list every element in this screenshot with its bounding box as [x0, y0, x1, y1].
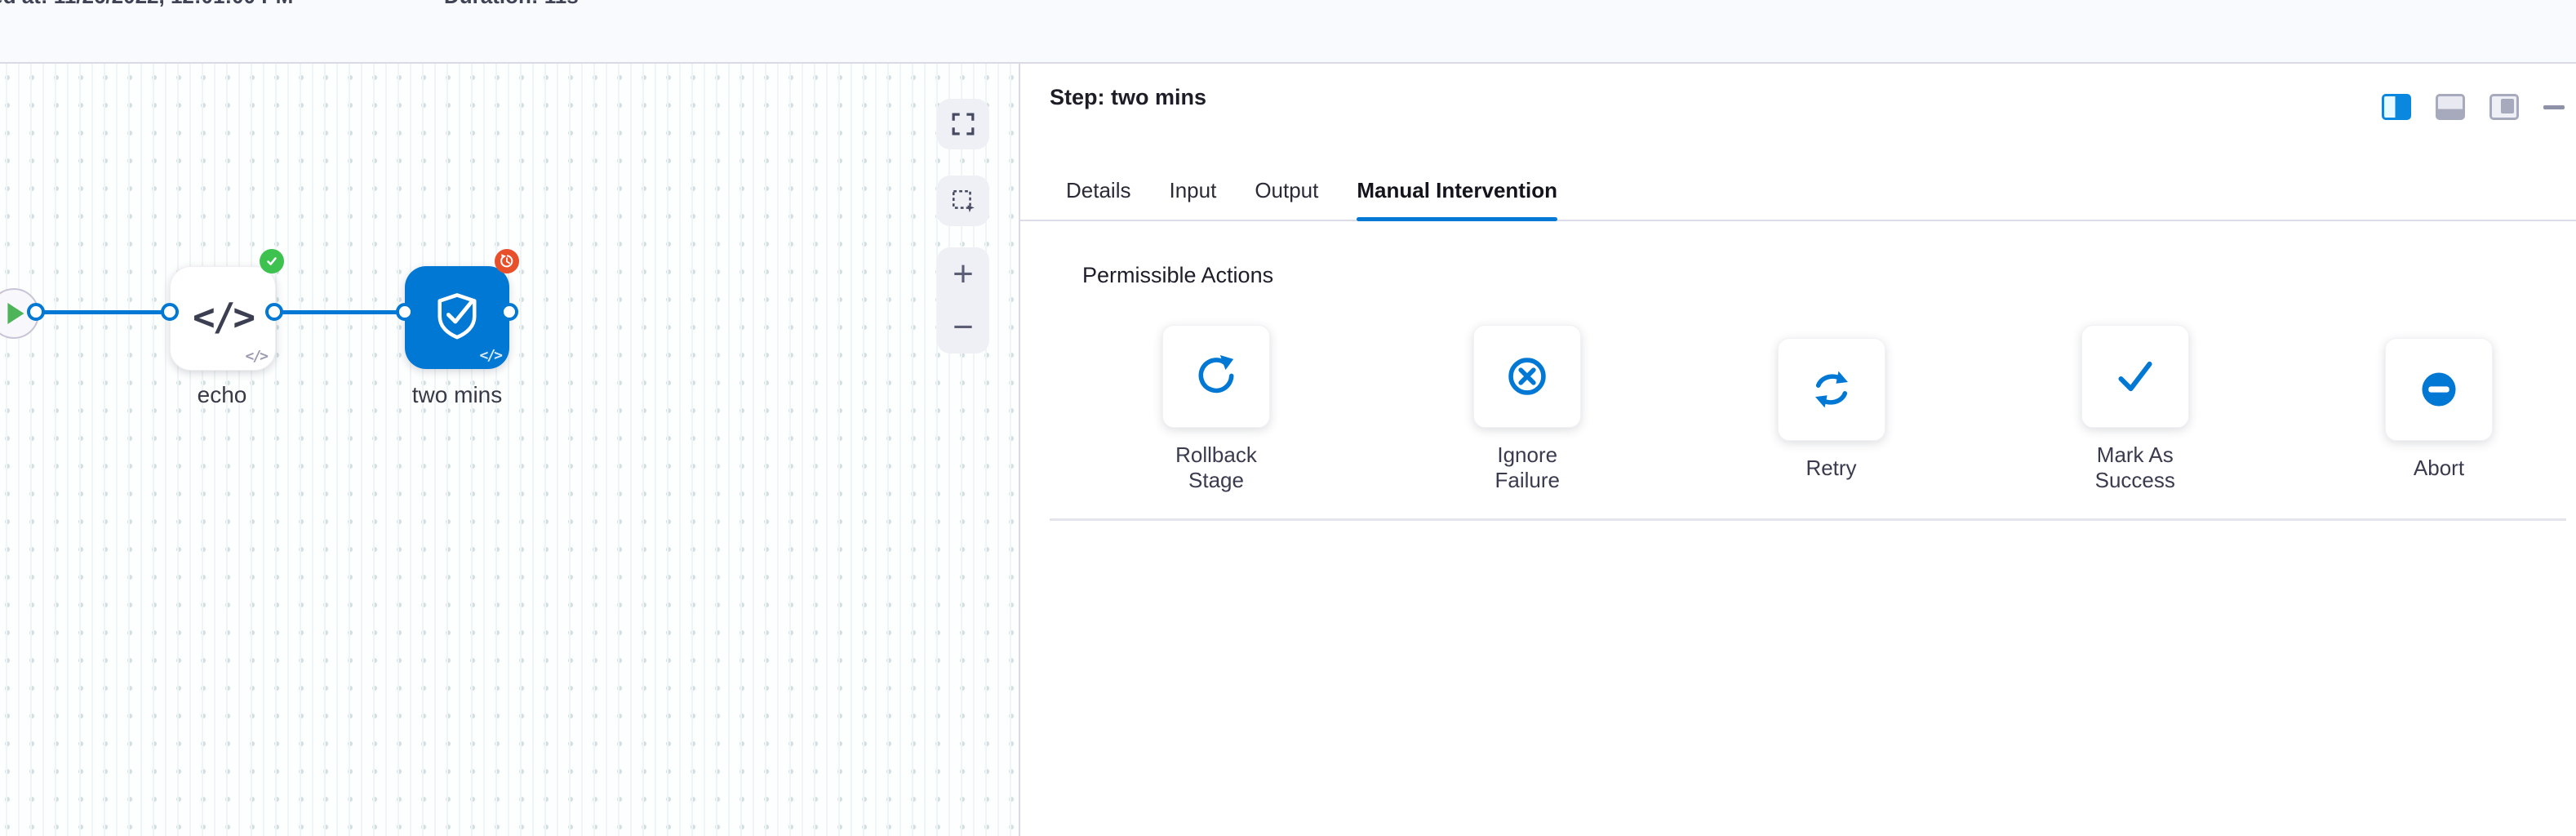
panel-title: Step: two mins — [1050, 85, 1206, 110]
action-label: Rollback Stage — [1155, 442, 1277, 493]
mark-success-check-icon — [2112, 353, 2159, 400]
connector-line — [36, 310, 171, 314]
action-label: Abort — [2414, 456, 2464, 481]
node-card-echo[interactable]: </> </> — [170, 266, 276, 371]
retry-button[interactable] — [1778, 338, 1885, 441]
action-label: Ignore Failure — [1466, 442, 1588, 493]
connector-dot — [161, 303, 179, 321]
connector-line — [273, 310, 406, 314]
rollback-icon — [1193, 353, 1240, 400]
expand-icon — [952, 113, 975, 136]
duration-text: Duration: 11s — [444, 0, 579, 9]
permissible-actions-row: Rollback Stage Ignore Failure — [1155, 325, 2493, 493]
action-label: Retry — [1805, 456, 1856, 481]
pipeline-canvas[interactable]: </> </> echo </> two mi — [0, 64, 1019, 836]
action-ignore-failure: Ignore Failure — [1466, 325, 1588, 493]
abort-button[interactable] — [2385, 338, 2493, 441]
marquee-select-button[interactable] — [937, 176, 989, 226]
code-icon: </> — [193, 295, 253, 339]
zoom-in-button[interactable]: + — [937, 247, 989, 300]
marquee-icon — [950, 188, 976, 214]
section-divider — [1050, 518, 2566, 521]
minimize-button[interactable] — [2543, 105, 2565, 109]
tab-details[interactable]: Details — [1066, 163, 1130, 220]
connector-dot — [500, 303, 518, 321]
step-panel: Step: two mins Details Input Output Manu… — [1019, 64, 2576, 836]
connector-dot — [265, 303, 283, 321]
node-card-two-mins[interactable]: </> — [405, 266, 509, 369]
node-status-badge-success — [260, 249, 284, 273]
action-abort: Abort — [2385, 338, 2493, 481]
node-label: echo — [132, 382, 312, 408]
action-label: Mark As Success — [2074, 442, 2196, 493]
tab-manual-intervention[interactable]: Manual Intervention — [1357, 163, 1557, 220]
mini-code-icon: </> — [245, 348, 267, 365]
panel-layout-controls — [2382, 93, 2565, 121]
play-icon — [7, 303, 24, 324]
shield-check-icon — [429, 289, 485, 345]
mini-code-icon: </> — [479, 347, 501, 364]
retry-icon — [1808, 366, 1855, 413]
fullscreen-button[interactable] — [937, 99, 989, 149]
layout-split-right-button[interactable] — [2382, 94, 2411, 120]
ignore-failure-icon — [1503, 353, 1551, 400]
ignore-failure-button[interactable] — [1473, 325, 1581, 428]
connector-dot — [396, 303, 414, 321]
step-tabs: Details Input Output Manual Intervention — [1020, 163, 2576, 221]
rollback-stage-button[interactable] — [1162, 325, 1270, 428]
zoom-controls: + − — [937, 247, 989, 354]
zoom-out-button[interactable]: − — [937, 300, 989, 354]
permissible-actions-title: Permissible Actions — [1082, 263, 1273, 288]
action-rollback-stage: Rollback Stage — [1155, 325, 1277, 493]
mark-as-success-button[interactable] — [2081, 325, 2189, 428]
node-label: two mins — [367, 382, 547, 408]
status-bar: Started at: 11/26/2022, 12:01:00 PM Dura… — [0, 0, 2576, 64]
action-retry: Retry — [1778, 338, 1885, 481]
layout-bottom-view-button[interactable] — [2436, 94, 2465, 120]
tab-output[interactable]: Output — [1255, 163, 1318, 220]
tab-input[interactable]: Input — [1169, 163, 1216, 220]
pipeline-execution-view: Started at: 11/26/2022, 12:01:00 PM Dura… — [0, 0, 2576, 836]
check-icon — [264, 254, 279, 269]
started-at-text: Started at: 11/26/2022, 12:01:00 PM — [0, 0, 293, 9]
abort-icon — [2415, 366, 2463, 413]
clock-waiting-icon — [499, 253, 515, 269]
connector-dot — [27, 303, 45, 321]
node-status-badge-waiting — [495, 249, 519, 273]
layout-right-inset-button[interactable] — [2489, 94, 2519, 120]
action-mark-as-success: Mark As Success — [2074, 325, 2196, 493]
